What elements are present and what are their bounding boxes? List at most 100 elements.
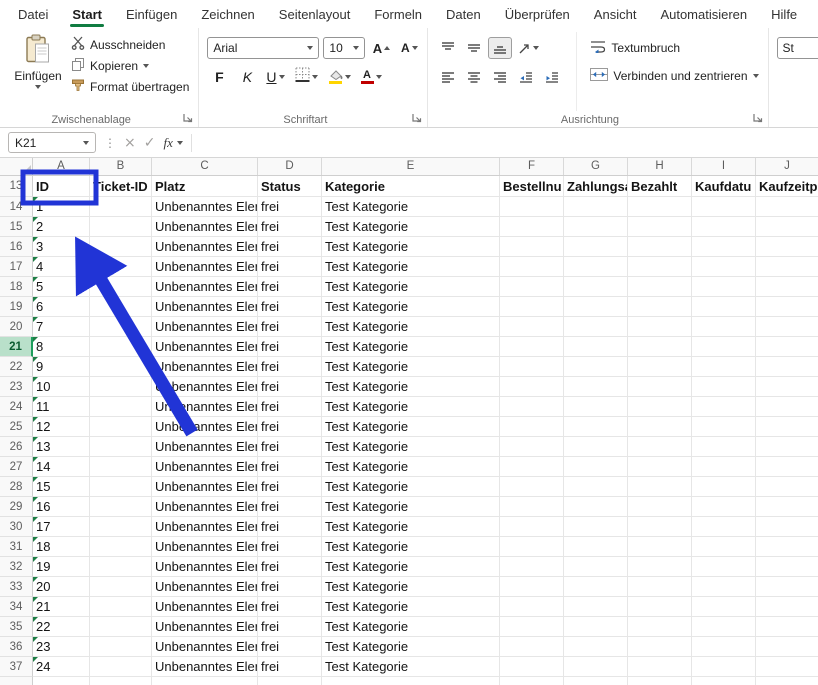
cell-A20[interactable]: 7 — [33, 317, 90, 337]
cell-J36[interactable] — [756, 637, 818, 657]
cell-G19[interactable] — [564, 297, 628, 317]
column-header-F[interactable]: F — [500, 158, 564, 175]
insert-function-button[interactable]: fx — [163, 135, 182, 151]
cell-B24[interactable] — [90, 397, 152, 417]
cell-C28[interactable]: Unbenanntes Eler — [152, 477, 258, 497]
cell-G16[interactable] — [564, 237, 628, 257]
cell-I16[interactable] — [692, 237, 756, 257]
tab-datei[interactable]: Datei — [6, 0, 60, 28]
cell-G13[interactable]: Zahlungsa — [564, 176, 628, 197]
clipboard-dialog-launcher-icon[interactable] — [182, 112, 194, 124]
row-header-21[interactable]: 21 — [0, 337, 33, 357]
cell-F31[interactable] — [500, 537, 564, 557]
cell-C35[interactable]: Unbenanntes Eler — [152, 617, 258, 637]
cell-F[interactable] — [500, 677, 564, 685]
cell-D16[interactable]: frei — [258, 237, 322, 257]
cell-B20[interactable] — [90, 317, 152, 337]
cell-F28[interactable] — [500, 477, 564, 497]
row-header-37[interactable]: 37 — [0, 657, 33, 677]
cell-D33[interactable]: frei — [258, 577, 322, 597]
cell-J23[interactable] — [756, 377, 818, 397]
cell-I14[interactable] — [692, 197, 756, 217]
cell-E14[interactable]: Test Kategorie — [322, 197, 500, 217]
cell-D28[interactable]: frei — [258, 477, 322, 497]
cell-D[interactable] — [258, 677, 322, 685]
cell-I29[interactable] — [692, 497, 756, 517]
cell-C25[interactable]: Unbenanntes Eler — [152, 417, 258, 437]
cell-E27[interactable]: Test Kategorie — [322, 457, 500, 477]
cell-H29[interactable] — [628, 497, 692, 517]
cell-D32[interactable]: frei — [258, 557, 322, 577]
underline-button[interactable]: U — [263, 66, 287, 88]
cell-E16[interactable]: Test Kategorie — [322, 237, 500, 257]
cell-A29[interactable]: 16 — [33, 497, 90, 517]
cell-A15[interactable]: 2 — [33, 217, 90, 237]
font-dialog-launcher-icon[interactable] — [411, 112, 423, 124]
cell-C29[interactable]: Unbenanntes Eler — [152, 497, 258, 517]
align-bottom-button[interactable] — [488, 37, 512, 59]
name-box[interactable]: K21 — [8, 132, 96, 153]
cell-G14[interactable] — [564, 197, 628, 217]
paste-button[interactable]: Einfügen — [8, 32, 68, 111]
row-header-20[interactable]: 20 — [0, 317, 33, 337]
cell-A27[interactable]: 14 — [33, 457, 90, 477]
cell-J22[interactable] — [756, 357, 818, 377]
cell-A17[interactable]: 4 — [33, 257, 90, 277]
row-header-22[interactable]: 22 — [0, 357, 33, 377]
cell-I19[interactable] — [692, 297, 756, 317]
cell-E26[interactable]: Test Kategorie — [322, 437, 500, 457]
align-right-button[interactable] — [488, 66, 512, 88]
cell-E13[interactable]: Kategorie — [322, 176, 500, 197]
cell-J18[interactable] — [756, 277, 818, 297]
cell-F33[interactable] — [500, 577, 564, 597]
row-header-30[interactable]: 30 — [0, 517, 33, 537]
cell-G29[interactable] — [564, 497, 628, 517]
cell-E31[interactable]: Test Kategorie — [322, 537, 500, 557]
cell-H37[interactable] — [628, 657, 692, 677]
number-format-combo[interactable]: St — [777, 37, 818, 59]
column-header-G[interactable]: G — [564, 158, 628, 175]
cell-F29[interactable] — [500, 497, 564, 517]
cell-I22[interactable] — [692, 357, 756, 377]
cell-H21[interactable] — [628, 337, 692, 357]
cell-C32[interactable]: Unbenanntes Eler — [152, 557, 258, 577]
cell-G32[interactable] — [564, 557, 628, 577]
cell-A13[interactable]: ID — [33, 176, 90, 197]
cell-E21[interactable]: Test Kategorie — [322, 337, 500, 357]
cell-I25[interactable] — [692, 417, 756, 437]
cell-E36[interactable]: Test Kategorie — [322, 637, 500, 657]
cell-H26[interactable] — [628, 437, 692, 457]
cell-B35[interactable] — [90, 617, 152, 637]
cell-D29[interactable]: frei — [258, 497, 322, 517]
cell-H18[interactable] — [628, 277, 692, 297]
cell-H35[interactable] — [628, 617, 692, 637]
cancel-button[interactable]: × — [124, 136, 136, 150]
cell-F30[interactable] — [500, 517, 564, 537]
cell-D23[interactable]: frei — [258, 377, 322, 397]
cell-A26[interactable]: 13 — [33, 437, 90, 457]
cell-A34[interactable]: 21 — [33, 597, 90, 617]
cell-E[interactable] — [322, 677, 500, 685]
cell-C37[interactable]: Unbenanntes Eler — [152, 657, 258, 677]
row-header-14[interactable]: 14 — [0, 197, 33, 217]
italic-button[interactable]: K — [235, 66, 259, 88]
cell-E35[interactable]: Test Kategorie — [322, 617, 500, 637]
tab-ansicht[interactable]: Ansicht — [582, 0, 649, 28]
align-center-button[interactable] — [462, 66, 486, 88]
column-header-E[interactable]: E — [322, 158, 500, 175]
cell-A28[interactable]: 15 — [33, 477, 90, 497]
cell-F18[interactable] — [500, 277, 564, 297]
cell-E19[interactable]: Test Kategorie — [322, 297, 500, 317]
cell-I36[interactable] — [692, 637, 756, 657]
cell-C16[interactable]: Unbenanntes Eler — [152, 237, 258, 257]
cell-G17[interactable] — [564, 257, 628, 277]
cell-I37[interactable] — [692, 657, 756, 677]
row-header-24[interactable]: 24 — [0, 397, 33, 417]
orientation-button[interactable] — [514, 37, 542, 59]
increase-font-button[interactable]: A — [369, 37, 393, 59]
align-left-button[interactable] — [436, 66, 460, 88]
cell-J32[interactable] — [756, 557, 818, 577]
cell-G27[interactable] — [564, 457, 628, 477]
cell-B22[interactable] — [90, 357, 152, 377]
cell-E22[interactable]: Test Kategorie — [322, 357, 500, 377]
